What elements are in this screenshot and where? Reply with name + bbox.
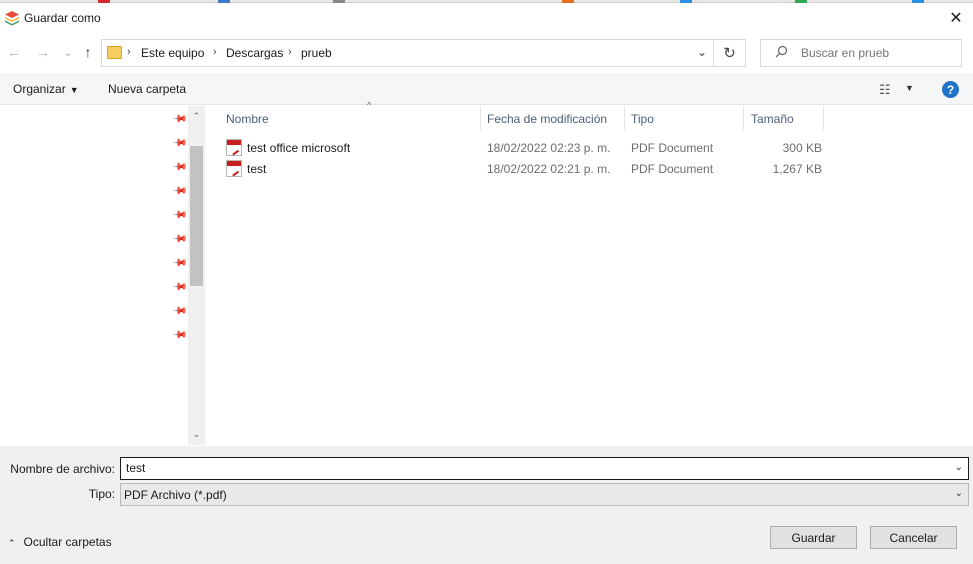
save-panel: Nombre de archivo: ⌄ Tipo: PDF Archivo (… — [0, 446, 973, 564]
folder-icon — [107, 46, 122, 59]
navigation-bar: ← → ⌄ ↑ › Este equipo › Descargas › prue… — [0, 35, 973, 71]
scroll-up-icon[interactable]: ⌃ — [188, 108, 205, 125]
breadcrumb-item[interactable]: prueb — [301, 46, 332, 60]
navigation-pane[interactable]: 📌 📌 📌 📌 📌 📌 📌 📌 📌 📌 ⌃ ⌄ — [0, 106, 205, 445]
file-name: test office microsoft — [247, 141, 351, 155]
cancel-button[interactable]: Cancelar — [870, 526, 957, 549]
pdf-file-icon — [226, 139, 242, 156]
recent-locations-chevron-icon[interactable]: ⌄ — [59, 43, 77, 61]
hide-folders-button[interactable]: ⌃ Ocultar carpetas — [8, 535, 112, 549]
pdf-file-icon — [226, 160, 242, 177]
command-toolbar: Organizar ▼ Nueva carpeta ☷ ▼ ? — [0, 73, 973, 105]
chevron-down-icon[interactable]: ⌄ — [697, 45, 707, 59]
breadcrumb-chevron-icon[interactable]: › — [213, 46, 217, 58]
pin-icon[interactable]: 📌 — [171, 183, 188, 200]
file-date: 18/02/2022 02:23 p. m. — [487, 141, 611, 155]
breadcrumb-chevron-icon[interactable]: › — [288, 46, 292, 58]
column-header-name-label: Nombre — [226, 112, 269, 126]
search-icon — [775, 45, 788, 58]
sort-ascending-icon: ^ — [367, 100, 372, 110]
file-type-value: PDF Archivo (*.pdf) — [124, 488, 227, 502]
file-size: 300 KB — [782, 141, 822, 155]
refresh-icon[interactable]: ↻ — [714, 39, 746, 67]
window-title: Guardar como — [24, 11, 101, 25]
filename-field[interactable] — [126, 461, 926, 475]
nav-pane-scrollbar[interactable]: ⌃ ⌄ — [188, 106, 205, 445]
file-row[interactable]: test 18/02/2022 02:21 p. m. PDF Document… — [220, 158, 825, 179]
title-bar: Guardar como ✕ — [0, 3, 973, 33]
column-header-name[interactable]: ^ Nombre — [226, 100, 481, 130]
pin-icon[interactable]: 📌 — [171, 279, 188, 296]
pin-icon[interactable]: 📌 — [171, 255, 188, 272]
chevron-down-icon[interactable]: ⌄ — [955, 462, 963, 473]
breadcrumb-item[interactable]: Descargas — [226, 46, 283, 60]
file-list[interactable]: ^ Nombre Fecha de modificación Tipo Tama… — [205, 100, 973, 445]
chevron-up-icon: ⌃ — [8, 538, 16, 548]
details-view-icon[interactable]: ☷ — [879, 82, 891, 98]
file-name: test — [247, 162, 267, 176]
file-type: PDF Document — [631, 162, 714, 176]
file-type-label: Tipo: — [88, 487, 115, 501]
chevron-down-icon[interactable]: ⌄ — [955, 488, 963, 499]
new-folder-button[interactable]: Nueva carpeta — [108, 82, 186, 96]
hide-folders-label: Ocultar carpetas — [23, 535, 112, 549]
search-input[interactable] — [801, 46, 951, 60]
layers-stack-icon — [5, 11, 19, 26]
file-type-select[interactable]: PDF Archivo (*.pdf) ⌄ — [120, 483, 969, 506]
file-size: 1,267 KB — [772, 162, 822, 176]
breadcrumb-item[interactable]: Este equipo — [141, 46, 204, 60]
scrollbar-thumb[interactable] — [190, 146, 203, 286]
search-box[interactable] — [760, 39, 962, 67]
pin-icon[interactable]: 📌 — [171, 327, 188, 344]
back-arrow-icon[interactable]: ← — [5, 43, 23, 61]
organize-menu[interactable]: Organizar ▼ — [13, 82, 79, 96]
filename-label: Nombre de archivo: — [10, 462, 115, 476]
file-row[interactable]: test office microsoft 18/02/2022 02:23 p… — [220, 137, 825, 158]
filename-combobox[interactable]: ⌄ — [120, 457, 969, 480]
file-type: PDF Document — [631, 141, 714, 155]
file-date: 18/02/2022 02:21 p. m. — [487, 162, 611, 176]
caret-down-icon: ▼ — [69, 85, 79, 95]
close-icon[interactable]: ✕ — [939, 3, 973, 33]
pin-icon[interactable]: 📌 — [171, 231, 188, 248]
column-header-date[interactable]: Fecha de modificación — [487, 106, 625, 130]
scroll-down-icon[interactable]: ⌄ — [188, 426, 205, 443]
pin-icon[interactable]: 📌 — [171, 303, 188, 320]
save-button[interactable]: Guardar — [770, 526, 857, 549]
help-icon[interactable]: ? — [942, 81, 959, 98]
pin-icon[interactable]: 📌 — [171, 159, 188, 176]
pin-icon[interactable]: 📌 — [171, 207, 188, 224]
address-bar[interactable]: › Este equipo › Descargas › prueb ⌄ — [101, 39, 714, 67]
column-header-size[interactable]: Tamaño — [751, 106, 824, 130]
forward-arrow-icon[interactable]: → — [34, 43, 52, 61]
breadcrumb-chevron-icon[interactable]: › — [127, 46, 131, 58]
pin-icon[interactable]: 📌 — [171, 135, 188, 152]
up-arrow-icon[interactable]: ↑ — [79, 43, 97, 61]
caret-down-icon[interactable]: ▼ — [905, 83, 914, 93]
pin-icon[interactable]: 📌 — [171, 111, 188, 128]
column-header-type[interactable]: Tipo — [631, 106, 744, 130]
organize-label: Organizar — [13, 82, 66, 96]
